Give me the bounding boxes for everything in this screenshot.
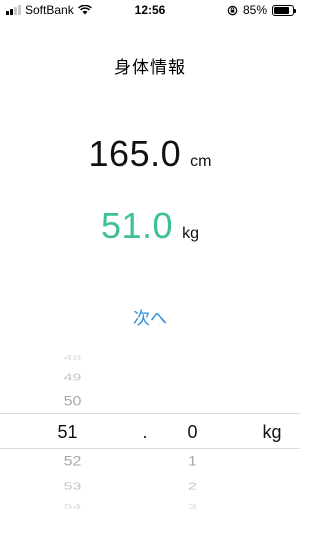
status-bar-right: 85% (227, 3, 296, 17)
status-bar: SoftBank 12:56 85% (0, 0, 300, 20)
battery-icon (272, 4, 296, 16)
height-display[interactable]: 165.0 cm (0, 132, 300, 176)
picker-unit: kg (262, 422, 282, 442)
picker-selection-band: 51 . 0 kg (0, 413, 300, 449)
picker-option[interactable]: 48 (40, 354, 105, 363)
picker-selected-decimal[interactable]: 0 (160, 421, 225, 443)
page-title: 身体情報 (114, 58, 186, 77)
height-unit: cm (190, 153, 212, 170)
height-value: 165.0 (88, 133, 182, 174)
battery-fill (274, 6, 290, 14)
picker-selected-integer[interactable]: 51 (40, 421, 95, 443)
picker-option[interactable]: 50 (40, 394, 105, 411)
picker-option[interactable]: 49 (40, 372, 105, 385)
rotation-lock-icon (227, 5, 238, 15)
weight-picker[interactable]: 48 49 50 51 . 0 kg 52 53 54 1 2 3 (0, 344, 300, 533)
battery-percentage: 85% (242, 3, 267, 17)
picker-option[interactable]: 52 (40, 454, 105, 471)
picker-option[interactable]: 53 (40, 481, 105, 494)
weight-value: 51.0 (101, 205, 174, 246)
picker-option[interactable]: 1 (160, 454, 225, 471)
picker-option[interactable]: 54 (40, 503, 105, 512)
weight-display[interactable]: 51.0 kg (0, 204, 300, 248)
picker-decimal-separator: . (142, 422, 148, 442)
picker-option[interactable]: 3 (160, 503, 225, 512)
picker-option[interactable]: 2 (160, 481, 225, 494)
next-button[interactable]: 次へ (100, 308, 200, 330)
weight-unit: kg (182, 225, 199, 242)
